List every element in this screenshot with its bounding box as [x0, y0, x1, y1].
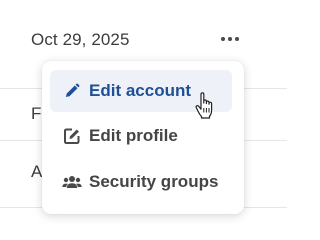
row-actions-menu: Edit account Edit profile Security group…	[42, 61, 244, 214]
menu-item-edit-profile[interactable]: Edit profile	[50, 115, 232, 157]
pencil-icon	[61, 80, 83, 102]
users-icon	[61, 171, 83, 193]
hand-pointer-cursor-icon	[195, 92, 213, 119]
menu-item-label: Edit account	[89, 81, 192, 100]
screen: Oct 29, 2025 Fe Ap Edit account	[0, 0, 287, 236]
more-horizontal-icon	[221, 37, 226, 41]
row-actions-button[interactable]	[217, 29, 243, 49]
date-cell: Oct 29, 2025	[31, 30, 130, 49]
more-dot	[228, 37, 232, 41]
menu-item-label: Security groups	[89, 172, 219, 191]
edit-square-icon	[61, 125, 83, 147]
menu-item-security-groups[interactable]: Security groups	[50, 161, 232, 203]
more-dot	[234, 37, 239, 41]
menu-item-label: Edit profile	[89, 126, 178, 145]
